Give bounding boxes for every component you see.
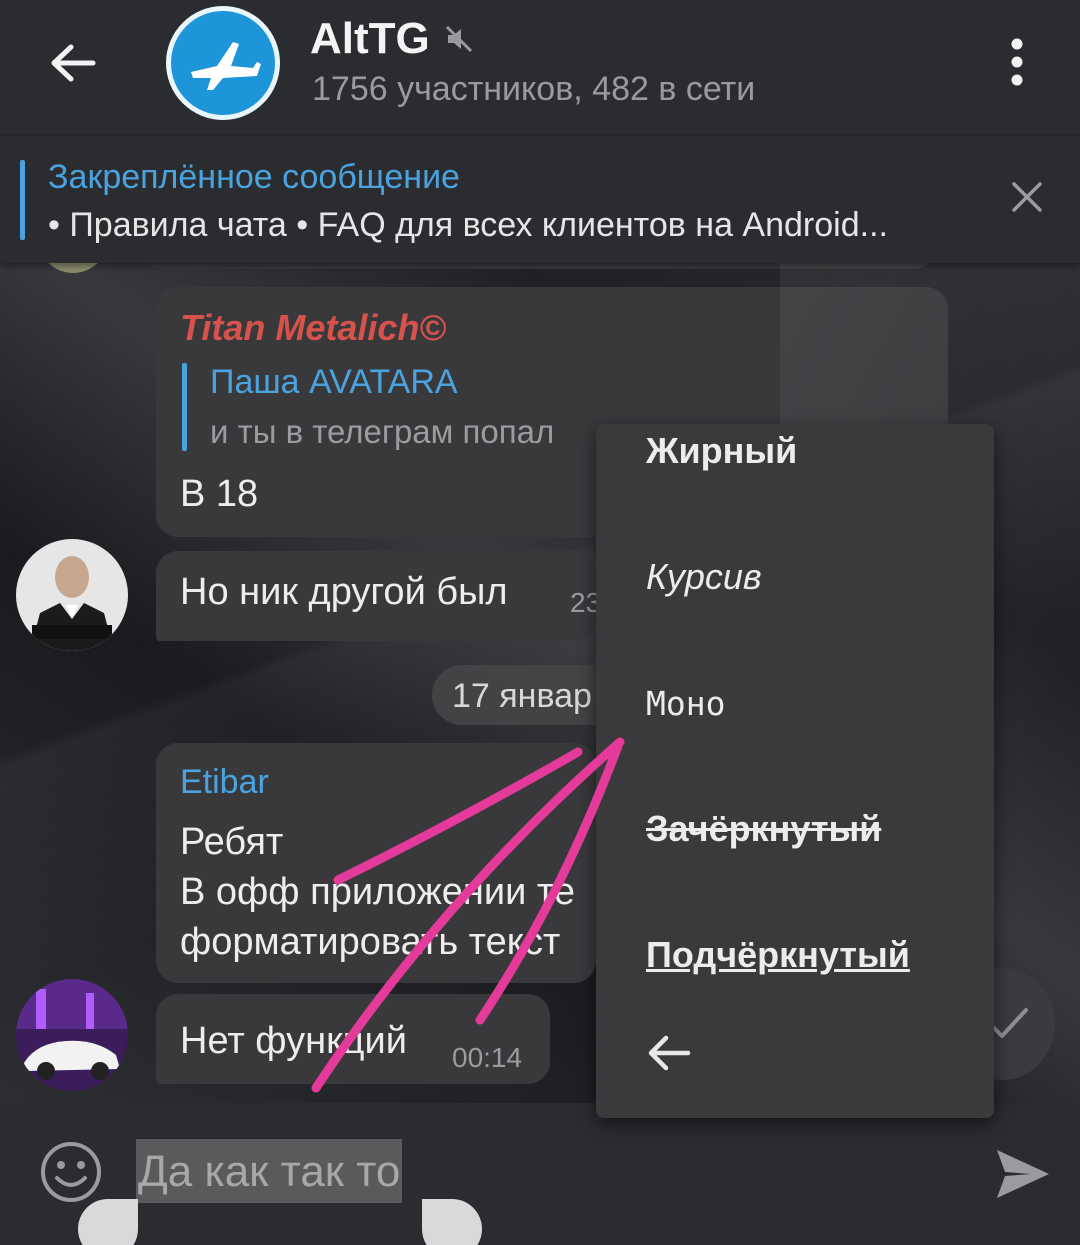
- message-line: форматировать текст: [180, 921, 561, 963]
- message-input-bar: Да как так то: [0, 1103, 1080, 1245]
- message-line: В офф приложении те: [180, 871, 576, 913]
- selection-handle-start[interactable]: [78, 1199, 138, 1245]
- smiley-icon: [41, 1142, 101, 1202]
- avatar[interactable]: [16, 979, 128, 1091]
- format-mono-item[interactable]: Моно: [596, 640, 994, 766]
- format-menu: Жирный Курсив Моно Зачёркнутый Подчёркну…: [596, 424, 994, 1118]
- avatar-car-photo: [16, 979, 128, 1091]
- reply-author[interactable]: Паша AVATARA: [210, 363, 458, 402]
- chat-title[interactable]: AltTG: [310, 14, 474, 64]
- pinned-close-button[interactable]: [1002, 172, 1052, 222]
- message-input[interactable]: Да как так то: [136, 1139, 403, 1203]
- message-bubble[interactable]: Но ник другой был 23: [156, 551, 601, 641]
- message-bubble[interactable]: Нет функций 00:14: [156, 994, 550, 1084]
- message-bubble[interactable]: Etibar Ребят В офф приложении те формати…: [156, 743, 596, 983]
- muted-speaker-icon: [445, 25, 472, 53]
- format-bold-item[interactable]: Жирный: [596, 388, 994, 514]
- pinned-title: Закреплённое сообщение: [48, 158, 460, 196]
- message-text: В 18: [180, 473, 259, 515]
- message-line: Ребят: [180, 821, 284, 863]
- message-author[interactable]: Titan Metalich©: [180, 307, 446, 349]
- format-strikethrough-item[interactable]: Зачёркнутый: [596, 766, 994, 892]
- more-options-button[interactable]: [992, 30, 1042, 94]
- reply-text[interactable]: и ты в телеграм попал: [210, 413, 554, 451]
- pinned-message-bar[interactable]: Закреплённое сообщение • Правила чата • …: [0, 135, 1080, 263]
- send-icon: [997, 1150, 1049, 1198]
- emoji-button[interactable]: [38, 1139, 104, 1205]
- format-italic-item[interactable]: Курсив: [596, 514, 994, 640]
- arrow-left-icon: [51, 44, 96, 82]
- message-time: 00:14: [452, 1042, 523, 1073]
- previous-message-bubble[interactable]: [140, 263, 936, 269]
- back-button[interactable]: [38, 28, 108, 98]
- avatar[interactable]: [30, 263, 116, 273]
- avatar-suit-figure: [16, 539, 128, 651]
- pinned-accent-bar: [20, 160, 25, 240]
- send-button[interactable]: [988, 1139, 1058, 1209]
- message-text: Нет функций: [180, 1020, 407, 1062]
- more-vertical-icon: [1011, 38, 1023, 86]
- group-avatar[interactable]: [166, 6, 280, 120]
- message-text: Но ник другой был: [180, 571, 508, 613]
- close-icon: [1012, 182, 1042, 212]
- chat-title-text: AltTG: [310, 14, 430, 63]
- chat-header: AltTG 1756 участников, 482 в сети: [0, 0, 1080, 135]
- message-author[interactable]: Etibar: [180, 763, 269, 802]
- arrow-left-icon: [648, 1035, 691, 1071]
- jet-logo-icon: [191, 42, 261, 90]
- selection-handle-end[interactable]: [422, 1199, 482, 1245]
- member-count: 1756 участников, 482 в сети: [312, 70, 756, 108]
- format-back-item[interactable]: [596, 990, 994, 1116]
- pinned-text: • Правила чата • FAQ для всех клиентов н…: [48, 206, 888, 244]
- avatar[interactable]: [16, 539, 128, 651]
- reply-accent-bar: [182, 363, 187, 451]
